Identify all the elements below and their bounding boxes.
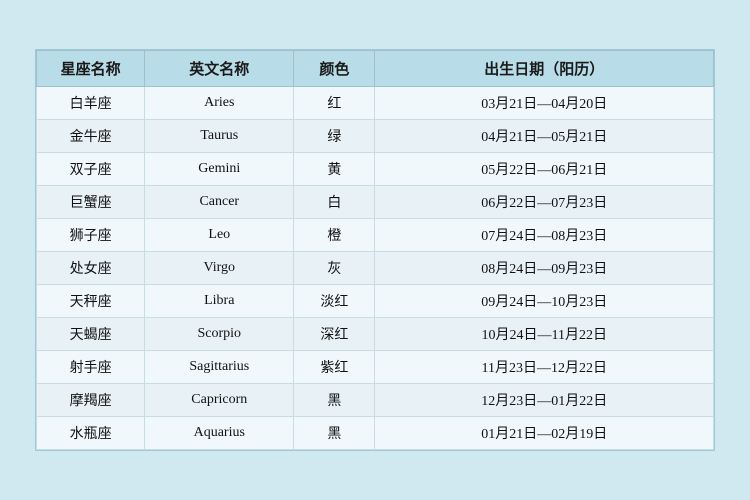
cell-color: 淡红 bbox=[294, 285, 375, 318]
table-row: 摩羯座Capricorn黑12月23日—01月22日 bbox=[37, 384, 714, 417]
cell-color: 黄 bbox=[294, 153, 375, 186]
cell-color: 黑 bbox=[294, 417, 375, 450]
cell-color: 白 bbox=[294, 186, 375, 219]
cell-english-name: Taurus bbox=[145, 120, 294, 153]
cell-english-name: Aquarius bbox=[145, 417, 294, 450]
cell-english-name: Virgo bbox=[145, 252, 294, 285]
table-row: 水瓶座Aquarius黑01月21日—02月19日 bbox=[37, 417, 714, 450]
cell-date: 07月24日—08月23日 bbox=[375, 219, 714, 252]
zodiac-table: 星座名称 英文名称 颜色 出生日期（阳历） 白羊座Aries红03月21日—04… bbox=[36, 50, 714, 450]
cell-color: 紫红 bbox=[294, 351, 375, 384]
header-date: 出生日期（阳历） bbox=[375, 51, 714, 87]
table-row: 处女座Virgo灰08月24日—09月23日 bbox=[37, 252, 714, 285]
cell-chinese-name: 处女座 bbox=[37, 252, 145, 285]
cell-date: 04月21日—05月21日 bbox=[375, 120, 714, 153]
cell-chinese-name: 天秤座 bbox=[37, 285, 145, 318]
cell-color: 深红 bbox=[294, 318, 375, 351]
cell-chinese-name: 射手座 bbox=[37, 351, 145, 384]
cell-chinese-name: 白羊座 bbox=[37, 87, 145, 120]
cell-color: 灰 bbox=[294, 252, 375, 285]
cell-color: 橙 bbox=[294, 219, 375, 252]
cell-date: 01月21日—02月19日 bbox=[375, 417, 714, 450]
cell-english-name: Leo bbox=[145, 219, 294, 252]
table-header-row: 星座名称 英文名称 颜色 出生日期（阳历） bbox=[37, 51, 714, 87]
cell-color: 红 bbox=[294, 87, 375, 120]
table-row: 金牛座Taurus绿04月21日—05月21日 bbox=[37, 120, 714, 153]
cell-english-name: Sagittarius bbox=[145, 351, 294, 384]
cell-english-name: Cancer bbox=[145, 186, 294, 219]
header-color: 颜色 bbox=[294, 51, 375, 87]
cell-chinese-name: 水瓶座 bbox=[37, 417, 145, 450]
cell-english-name: Scorpio bbox=[145, 318, 294, 351]
header-english-name: 英文名称 bbox=[145, 51, 294, 87]
cell-english-name: Libra bbox=[145, 285, 294, 318]
cell-english-name: Gemini bbox=[145, 153, 294, 186]
cell-date: 11月23日—12月22日 bbox=[375, 351, 714, 384]
cell-date: 12月23日—01月22日 bbox=[375, 384, 714, 417]
table-body: 白羊座Aries红03月21日—04月20日金牛座Taurus绿04月21日—0… bbox=[37, 87, 714, 450]
table-row: 狮子座Leo橙07月24日—08月23日 bbox=[37, 219, 714, 252]
table-row: 巨蟹座Cancer白06月22日—07月23日 bbox=[37, 186, 714, 219]
cell-english-name: Capricorn bbox=[145, 384, 294, 417]
table-row: 白羊座Aries红03月21日—04月20日 bbox=[37, 87, 714, 120]
zodiac-table-container: 星座名称 英文名称 颜色 出生日期（阳历） 白羊座Aries红03月21日—04… bbox=[35, 49, 715, 451]
cell-date: 09月24日—10月23日 bbox=[375, 285, 714, 318]
cell-color: 黑 bbox=[294, 384, 375, 417]
table-row: 天秤座Libra淡红09月24日—10月23日 bbox=[37, 285, 714, 318]
cell-date: 08月24日—09月23日 bbox=[375, 252, 714, 285]
cell-chinese-name: 巨蟹座 bbox=[37, 186, 145, 219]
cell-date: 03月21日—04月20日 bbox=[375, 87, 714, 120]
cell-chinese-name: 摩羯座 bbox=[37, 384, 145, 417]
cell-date: 05月22日—06月21日 bbox=[375, 153, 714, 186]
cell-date: 06月22日—07月23日 bbox=[375, 186, 714, 219]
cell-color: 绿 bbox=[294, 120, 375, 153]
cell-chinese-name: 天蝎座 bbox=[37, 318, 145, 351]
cell-chinese-name: 双子座 bbox=[37, 153, 145, 186]
cell-chinese-name: 金牛座 bbox=[37, 120, 145, 153]
header-chinese-name: 星座名称 bbox=[37, 51, 145, 87]
table-row: 射手座Sagittarius紫红11月23日—12月22日 bbox=[37, 351, 714, 384]
cell-english-name: Aries bbox=[145, 87, 294, 120]
cell-chinese-name: 狮子座 bbox=[37, 219, 145, 252]
table-row: 双子座Gemini黄05月22日—06月21日 bbox=[37, 153, 714, 186]
table-row: 天蝎座Scorpio深红10月24日—11月22日 bbox=[37, 318, 714, 351]
cell-date: 10月24日—11月22日 bbox=[375, 318, 714, 351]
